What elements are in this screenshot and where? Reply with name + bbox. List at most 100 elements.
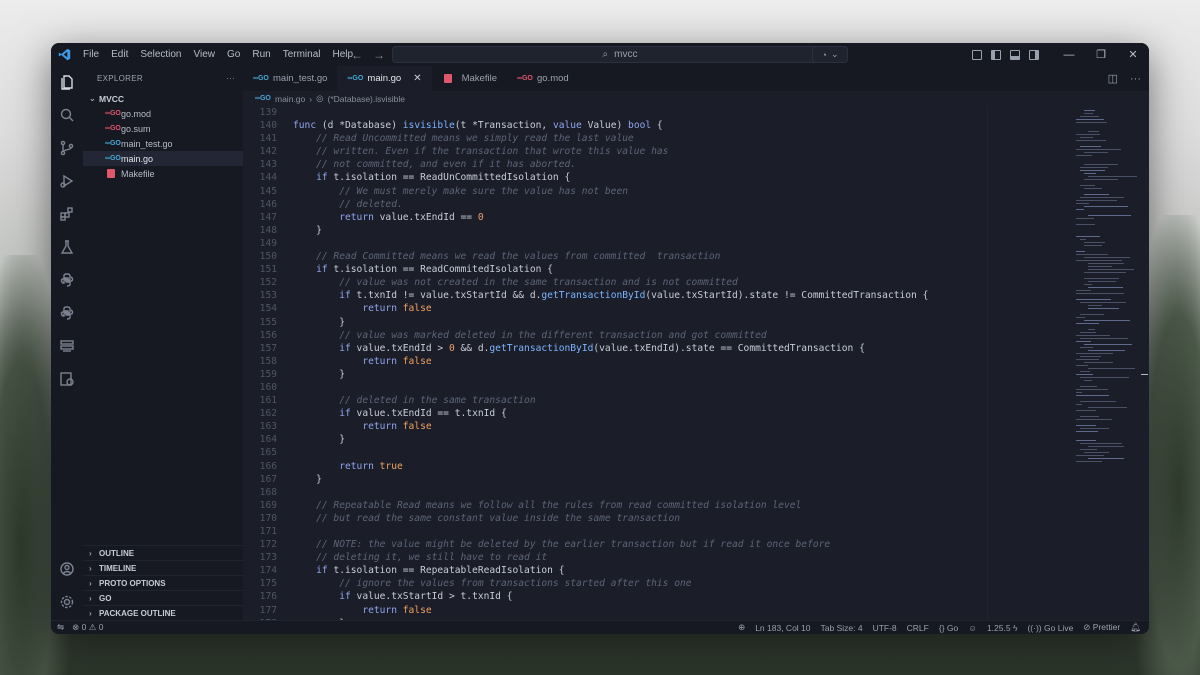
python-environments-icon[interactable] bbox=[51, 299, 83, 327]
code-line[interactable]: // deleting it, we still have to read it bbox=[293, 551, 987, 564]
code-line[interactable] bbox=[293, 486, 987, 499]
minimize-button[interactable]: — bbox=[1053, 43, 1085, 66]
back-arrow-icon[interactable]: ← bbox=[351, 48, 363, 62]
python-icon[interactable] bbox=[51, 266, 83, 294]
code-line[interactable] bbox=[293, 237, 987, 250]
more-actions-icon[interactable]: ··· bbox=[1130, 73, 1141, 85]
sidebar-panel-outline[interactable]: › OUTLINE bbox=[83, 545, 243, 560]
close-icon[interactable]: ✕ bbox=[413, 73, 421, 84]
account-icon[interactable] bbox=[51, 555, 83, 583]
split-editor-icon[interactable]: ◫ bbox=[1108, 72, 1118, 85]
code-line[interactable]: // written. Even if the transaction that… bbox=[293, 145, 987, 158]
cursor-position[interactable]: Ln 183, Col 10 bbox=[755, 623, 810, 633]
minimap[interactable] bbox=[987, 106, 1149, 620]
code-line[interactable]: // We must merely make sure the value ha… bbox=[293, 185, 987, 198]
search-icon[interactable] bbox=[51, 101, 83, 129]
tab-main-go[interactable]: ∞GO main.go ✕ bbox=[337, 66, 432, 91]
prettier-status[interactable]: ⊘ Prettier bbox=[1083, 622, 1120, 633]
code-line[interactable]: // deleted in the same transaction bbox=[293, 394, 987, 407]
code-line[interactable]: return false bbox=[293, 604, 987, 617]
code-line[interactable]: // ignore the values from transactions s… bbox=[293, 577, 987, 590]
go-live-button[interactable]: ((·)) Go Live bbox=[1027, 623, 1073, 633]
toggle-secondary-sidebar-icon[interactable] bbox=[1029, 49, 1039, 60]
extensions-icon[interactable] bbox=[51, 200, 83, 228]
code-line[interactable]: if t.txnId != value.txStartId && d.getTr… bbox=[293, 289, 987, 302]
testing-flask-icon[interactable] bbox=[51, 233, 83, 261]
code-line[interactable]: return false bbox=[293, 355, 987, 368]
copilot-status-icon[interactable]: ☺ bbox=[968, 623, 977, 633]
code-line[interactable]: // value was not created in the same tra… bbox=[293, 276, 987, 289]
menu-file[interactable]: File bbox=[77, 43, 105, 66]
code-line[interactable]: return value.txEndId == 0 bbox=[293, 211, 987, 224]
problems-indicator[interactable]: ⊗ 0 ⚠ 0 bbox=[72, 622, 103, 633]
code-editor[interactable]: 139 140 141 142 143 144 145 146 147 148 149 150 151 1… bbox=[243, 106, 987, 620]
code-line[interactable] bbox=[293, 106, 987, 119]
code-line[interactable] bbox=[293, 381, 987, 394]
code-line[interactable]: func (d *Database) isvisible(t *Transact… bbox=[293, 119, 987, 132]
code-line[interactable]: // deleted. bbox=[293, 198, 987, 211]
toggle-sidebar-icon[interactable] bbox=[991, 49, 1001, 60]
language-mode[interactable]: {} Go bbox=[939, 623, 958, 633]
close-window-button[interactable]: ✕ bbox=[1117, 43, 1149, 66]
customize-layout-icon[interactable] bbox=[972, 49, 982, 60]
menu-selection[interactable]: Selection bbox=[134, 43, 187, 66]
toggle-panel-icon[interactable] bbox=[1010, 49, 1020, 60]
code-line[interactable]: if t.isolation == ReadUnCommittedIsolati… bbox=[293, 171, 987, 184]
settings-gear-icon[interactable] bbox=[51, 588, 83, 616]
code-line[interactable]: } bbox=[293, 473, 987, 486]
encoding[interactable]: UTF-8 bbox=[873, 623, 897, 633]
remote-icon[interactable]: ⇋ bbox=[57, 622, 64, 633]
file-item[interactable]: Makefile bbox=[83, 166, 243, 181]
breadcrumb-symbol[interactable]: (*Database).isvisible bbox=[328, 94, 405, 104]
code-line[interactable]: // Repeatable Read means we follow all t… bbox=[293, 499, 987, 512]
code-line[interactable]: // Read Uncommitted means we simply read… bbox=[293, 132, 987, 145]
code-line[interactable]: } bbox=[293, 224, 987, 237]
zoom-icon[interactable]: ⊕ bbox=[738, 622, 745, 633]
file-item[interactable]: ∞GO main_test.go bbox=[83, 136, 243, 151]
sidebar-panel-package-outline[interactable]: › PACKAGE OUTLINE bbox=[83, 605, 243, 620]
maximize-button[interactable]: ❐ bbox=[1085, 43, 1117, 66]
run-debug-icon[interactable] bbox=[51, 167, 83, 195]
menu-edit[interactable]: Edit bbox=[105, 43, 134, 66]
sidebar-panel-proto-options[interactable]: › PROTO OPTIONS bbox=[83, 575, 243, 590]
code-line[interactable]: if value.txEndId > 0 && d.getTransaction… bbox=[293, 342, 987, 355]
tab-go-mod[interactable]: ∞GO go.mod bbox=[507, 66, 579, 91]
code-line[interactable] bbox=[293, 446, 987, 459]
menu-terminal[interactable]: Terminal bbox=[277, 43, 327, 66]
code-line[interactable]: } bbox=[293, 368, 987, 381]
code-line[interactable]: if value.txEndId == t.txnId { bbox=[293, 407, 987, 420]
code-line[interactable]: // Read Committed means we read the valu… bbox=[293, 250, 987, 263]
sidebar-panel-go[interactable]: › GO bbox=[83, 590, 243, 605]
remote-explorer-icon[interactable] bbox=[51, 332, 83, 360]
minimap-scroll-indicator[interactable] bbox=[1141, 374, 1148, 375]
folder-mvcc[interactable]: ⌄ MVCC bbox=[83, 91, 243, 106]
code-line[interactable]: if value.txStartId > t.txnId { bbox=[293, 590, 987, 603]
code-line[interactable]: if t.isolation == ReadCommitedIsolation … bbox=[293, 263, 987, 276]
forward-arrow-icon[interactable]: → bbox=[373, 48, 385, 62]
file-item[interactable]: ∞GO go.sum bbox=[83, 121, 243, 136]
menu-view[interactable]: View bbox=[188, 43, 222, 66]
code-line[interactable]: return false bbox=[293, 302, 987, 315]
tab-Makefile[interactable]: Makefile bbox=[432, 66, 507, 91]
notifications-bell-icon[interactable]: 🔔︎ bbox=[1130, 622, 1141, 633]
tab-main_test-go[interactable]: ∞GO main_test.go bbox=[243, 66, 337, 91]
sidebar-panel-timeline[interactable]: › TIMELINE bbox=[83, 560, 243, 575]
explorer-icon[interactable] bbox=[51, 68, 83, 96]
file-item[interactable]: ∞GO main.go bbox=[83, 151, 243, 166]
code-line[interactable]: // value was marked deleted in the diffe… bbox=[293, 329, 987, 342]
code-line[interactable]: return true bbox=[293, 460, 987, 473]
line-ending[interactable]: CRLF bbox=[907, 623, 929, 633]
menu-run[interactable]: Run bbox=[246, 43, 276, 66]
code-line[interactable]: } bbox=[293, 316, 987, 329]
code-line[interactable]: if t.isolation == RepeatableReadIsolatio… bbox=[293, 564, 987, 577]
more-actions-icon[interactable]: ··· bbox=[226, 74, 235, 83]
code-line[interactable]: // not committed, and even if it has abo… bbox=[293, 158, 987, 171]
code-line[interactable]: // but read the same constant value insi… bbox=[293, 512, 987, 525]
copilot-button[interactable]: ◔ ⌄ bbox=[812, 46, 848, 63]
breadcrumb-file[interactable]: main.go bbox=[275, 94, 305, 104]
command-center-search[interactable]: ⌕ mvcc bbox=[392, 46, 848, 63]
code-line[interactable] bbox=[293, 525, 987, 538]
file-item[interactable]: ∞GO go.mod bbox=[83, 106, 243, 121]
container-tools-icon[interactable] bbox=[51, 365, 83, 393]
code-content[interactable]: func (d *Database) isvisible(t *Transact… bbox=[293, 106, 987, 620]
